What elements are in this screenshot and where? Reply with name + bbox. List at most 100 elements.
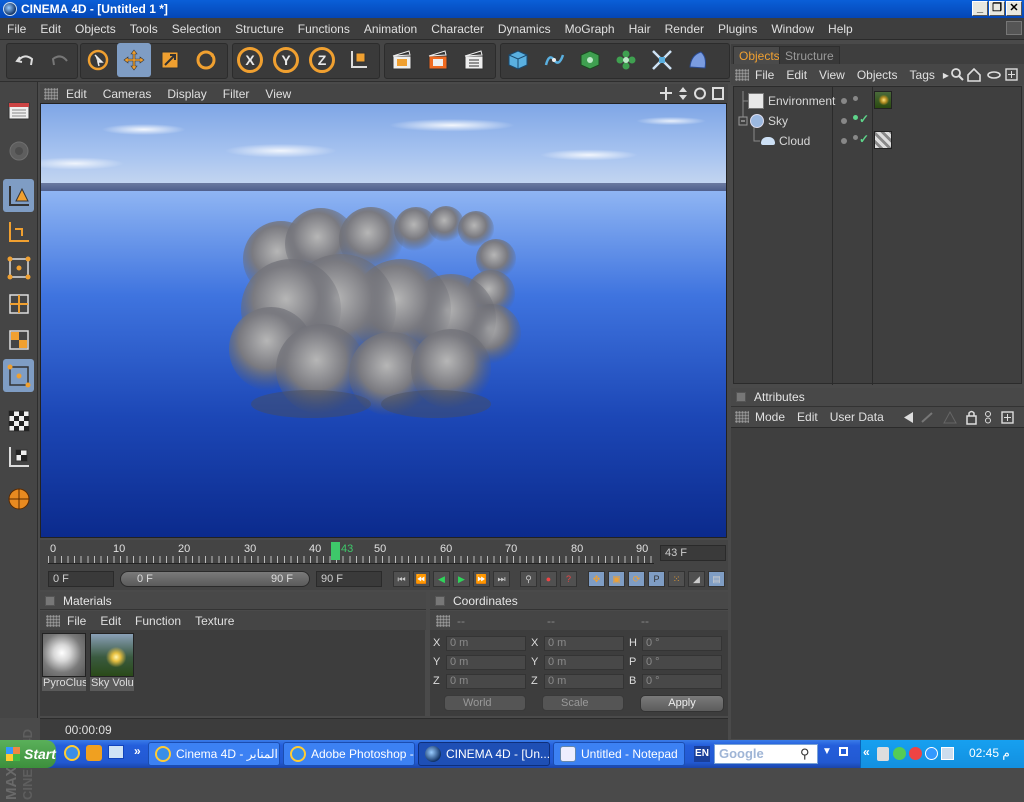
panel-grip-icon[interactable] (736, 392, 746, 402)
record-rotation-button[interactable]: ⟳ (628, 571, 645, 587)
render-view-button[interactable] (385, 43, 419, 77)
menu-plugins[interactable]: Plugins (711, 22, 764, 36)
add-spline-button[interactable] (537, 43, 571, 77)
menu-help[interactable]: Help (821, 22, 860, 36)
go-to-end-button[interactable]: ⏭ (493, 571, 510, 587)
object-row-cloud[interactable]: Cloud ✓ (734, 131, 1021, 151)
add-deformer-button[interactable] (645, 43, 679, 77)
rotation-h-field[interactable]: 0 ° (642, 636, 722, 651)
use-model-mode-button[interactable] (3, 94, 34, 127)
show-desktop-icon[interactable] (108, 745, 124, 759)
position-x-field[interactable]: 0 m (446, 636, 526, 651)
x-axis-lock-button[interactable]: X (233, 43, 267, 77)
tray-overflow-icon[interactable]: « (863, 745, 870, 759)
close-button[interactable]: ✕ (1006, 1, 1022, 16)
record-scale-button[interactable]: ▣ (608, 571, 625, 587)
menu-selection[interactable]: Selection (165, 22, 228, 36)
max-time-field[interactable]: 90 F (316, 571, 382, 587)
minimize-button[interactable]: _ (972, 1, 988, 16)
go-to-start-button[interactable]: ⏮ (393, 571, 410, 587)
add-environment-button[interactable] (681, 43, 715, 77)
play-backward-button[interactable]: ◀ (433, 571, 450, 587)
menu-dynamics[interactable]: Dynamics (491, 22, 558, 36)
interpolation-button[interactable]: ◢ (688, 571, 705, 587)
viewport-menu-display[interactable]: Display (159, 87, 214, 101)
render-to-picture-viewer-button[interactable] (421, 43, 455, 77)
menu-objects[interactable]: Objects (68, 22, 123, 36)
menu-edit[interactable]: Edit (33, 22, 68, 36)
objects-menu-edit[interactable]: Edit (780, 68, 813, 82)
previous-key-button[interactable]: ⏪ (413, 571, 430, 587)
menu-window[interactable]: Window (764, 22, 821, 36)
3d-viewport[interactable] (40, 103, 727, 538)
min-time-field[interactable]: 0 F (48, 571, 114, 587)
use-edges-tool-button[interactable] (3, 287, 34, 320)
pyrocluster-material-tag[interactable] (874, 131, 892, 149)
enabled-checkmark-icon[interactable]: ✓ (859, 112, 869, 126)
materials-menu-function[interactable]: Function (128, 614, 188, 628)
viewport-menu-cameras[interactable]: Cameras (95, 87, 160, 101)
position-z-field[interactable]: 0 m (446, 674, 526, 689)
objects-menu-view[interactable]: View (813, 68, 851, 82)
objects-menu-tags[interactable]: Tags (904, 68, 941, 82)
menu-hair[interactable]: Hair (622, 22, 658, 36)
system-clock[interactable]: 02:45 م (969, 746, 1010, 760)
menu-grip-icon[interactable] (46, 614, 60, 627)
use-hierarchy-mode-button[interactable] (3, 359, 34, 392)
attributes-menu-mode[interactable]: Mode (749, 410, 791, 424)
materials-menu-edit[interactable]: Edit (93, 614, 128, 628)
add-array-button[interactable] (609, 43, 643, 77)
start-button[interactable]: Start (0, 740, 56, 768)
menu-structure[interactable]: Structure (228, 22, 291, 36)
menu-render[interactable]: Render (658, 22, 711, 36)
redo-button[interactable] (43, 43, 77, 77)
viewport-navigation-icons[interactable] (659, 86, 725, 101)
objects-menu-objects[interactable]: Objects (851, 68, 904, 82)
usb-device-icon[interactable] (877, 747, 889, 761)
viewport-menu-filter[interactable]: Filter (215, 87, 258, 101)
render-visibility-dot[interactable] (853, 96, 858, 101)
viewport-grip-icon[interactable] (44, 87, 58, 100)
size-x-field[interactable]: 0 m (544, 636, 624, 651)
object-row-sky[interactable]: Sky ✓ (734, 111, 1021, 131)
attributes-panel-header[interactable]: Attributes (731, 388, 1024, 407)
tab-objects[interactable]: Objects (733, 46, 786, 64)
use-texture-mode-button[interactable] (3, 440, 34, 473)
restore-button[interactable]: ❐ (989, 1, 1005, 16)
y-axis-lock-button[interactable]: Y (269, 43, 303, 77)
autokey-button[interactable]: ● (540, 571, 557, 587)
rotation-p-field[interactable]: 0 ° (642, 655, 722, 670)
window-title-bar[interactable]: CINEMA 4D - [Untitled 1 *] _ ❐ ✕ (0, 0, 1024, 18)
coordinate-system-button[interactable] (341, 43, 375, 77)
taskbar-item[interactable]: Untitled - Notepad (553, 742, 685, 766)
undo-button[interactable] (8, 43, 42, 77)
quicklaunch-overflow-icon[interactable]: » (134, 744, 141, 758)
current-frame-field[interactable]: 43 F (660, 545, 726, 561)
timeline[interactable]: 0 10 20 30 40 43 50 60 70 80 90 43 F (40, 540, 728, 568)
media-player-icon[interactable] (86, 745, 102, 761)
timeline-playhead[interactable] (331, 542, 340, 560)
menu-animation[interactable]: Animation (357, 22, 424, 36)
display-settings-icon[interactable] (941, 747, 954, 760)
viewport-menu-view[interactable]: View (257, 87, 299, 101)
security-shield-icon[interactable] (893, 747, 906, 760)
preview-range-slider[interactable]: 0 F 90 F (120, 571, 310, 587)
paint-tool-button[interactable] (3, 482, 34, 515)
apply-button[interactable]: Apply (640, 695, 724, 712)
coordinates-panel-header[interactable]: Coordinates (430, 592, 728, 610)
coordinate-mode-select[interactable]: World (444, 695, 526, 711)
use-polygons-tool-button[interactable] (3, 323, 34, 356)
render-visibility-dot[interactable] (853, 135, 858, 140)
render-visibility-dot[interactable] (853, 115, 858, 120)
play-forward-button[interactable]: ▶ (453, 571, 470, 587)
use-object-tool-button[interactable] (3, 179, 34, 212)
timeline-settings-button[interactable]: ▤ (708, 571, 725, 587)
taskbar-item[interactable]: CINEMA 4D - [Un... (418, 742, 550, 766)
render-settings-button[interactable] (457, 43, 491, 77)
sky-material-tag[interactable] (874, 91, 892, 109)
menu-grip-icon[interactable] (436, 614, 450, 627)
internet-explorer-icon[interactable] (64, 745, 80, 761)
attributes-nav-icons[interactable] (902, 410, 1022, 425)
enable-tweak-button[interactable] (3, 404, 34, 437)
taskbar-item[interactable]: Cinema 4D - المنابر ... (148, 742, 280, 766)
